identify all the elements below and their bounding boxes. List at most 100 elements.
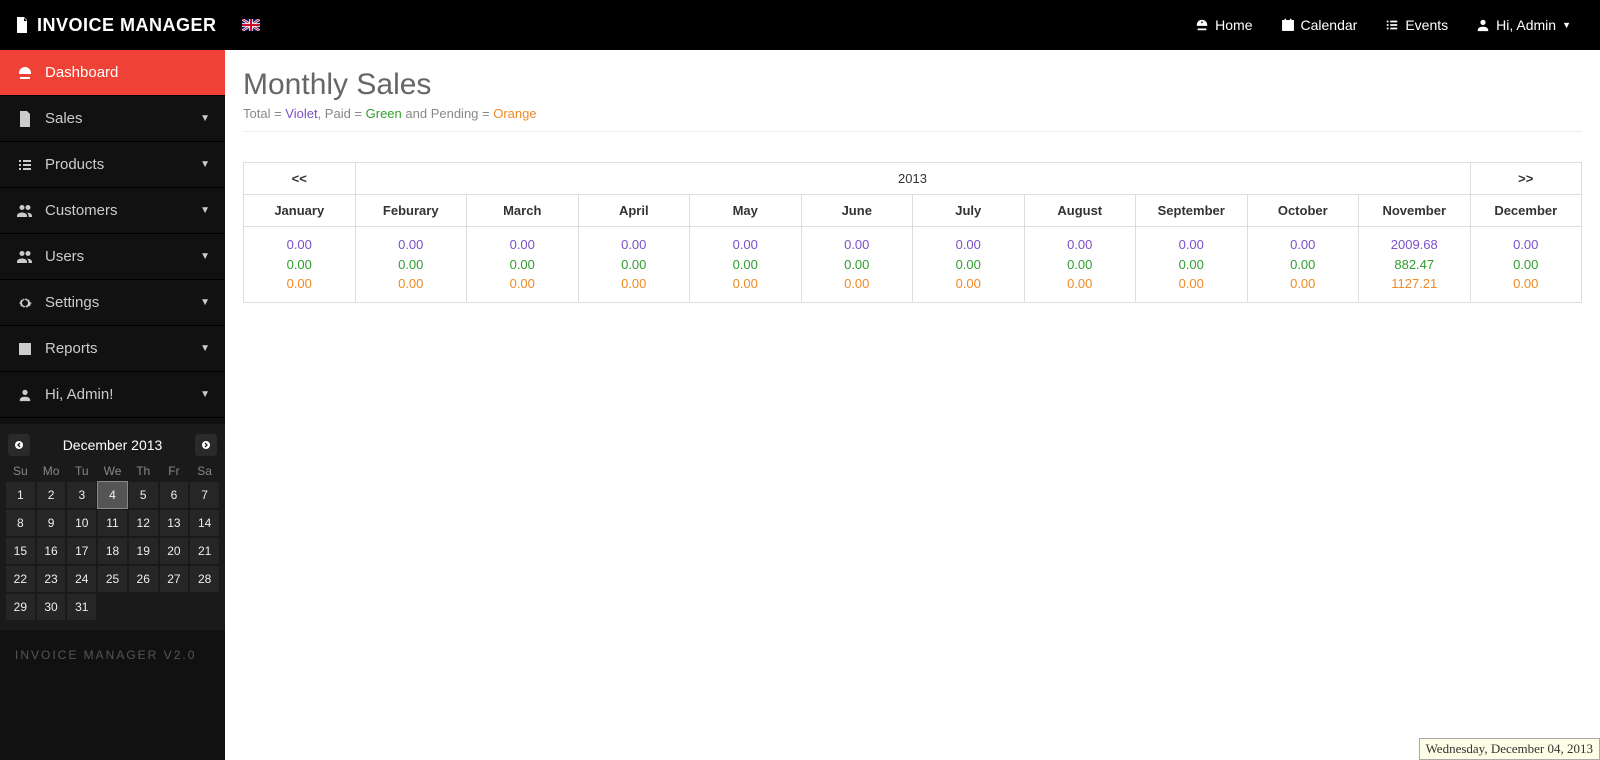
value-pending: 0.00 (1035, 274, 1126, 294)
sidebar-item-customers[interactable]: Customers ▼ (0, 188, 225, 234)
cal-day[interactable]: 27 (160, 566, 189, 592)
month-header: August (1024, 195, 1136, 227)
legend-text: and Pending = (402, 106, 493, 121)
cal-day[interactable]: 10 (67, 510, 96, 536)
cal-day[interactable]: 30 (37, 594, 66, 620)
sidebar-item-settings[interactable]: Settings ▼ (0, 280, 225, 326)
cal-day[interactable]: 5 (129, 482, 158, 508)
cal-next-button[interactable] (195, 434, 217, 456)
cal-day[interactable]: 31 (67, 594, 96, 620)
value-total: 0.00 (1481, 235, 1572, 255)
sidebar-item-products[interactable]: Products ▼ (0, 142, 225, 188)
sidebar-footer: INVOICE MANAGER V2.0 (0, 630, 225, 680)
cal-day[interactable]: 15 (6, 538, 35, 564)
year-cell: 2013 (355, 163, 1470, 195)
cal-title[interactable]: December 2013 (63, 437, 163, 453)
main-content: Monthly Sales Total = Violet, Paid = Gre… (225, 50, 1600, 760)
value-pending: 0.00 (254, 274, 345, 294)
value-total: 0.00 (477, 235, 568, 255)
month-header: March (467, 195, 579, 227)
sidebar-item-label: Dashboard (45, 64, 118, 81)
month-header: April (578, 195, 690, 227)
value-pending: 0.00 (1146, 274, 1237, 294)
cal-day[interactable]: 11 (98, 510, 127, 536)
nav-calendar[interactable]: Calendar (1267, 0, 1372, 50)
cal-day[interactable]: 14 (190, 510, 219, 536)
value-paid: 0.00 (589, 255, 680, 275)
legend-pending: Orange (493, 106, 536, 121)
cal-day[interactable]: 22 (6, 566, 35, 592)
cal-day[interactable]: 21 (190, 538, 219, 564)
brand[interactable]: INVOICE MANAGER (15, 15, 217, 36)
cal-day[interactable]: 12 (129, 510, 158, 536)
value-paid: 0.00 (1146, 255, 1237, 275)
sidebar-item-label: Products (45, 156, 104, 173)
status-date-tooltip: Wednesday, December 04, 2013 (1419, 738, 1600, 760)
cal-day[interactable]: 28 (190, 566, 219, 592)
cal-dow: Th (129, 464, 158, 478)
cal-day[interactable]: 13 (160, 510, 189, 536)
sidebar-item-dashboard[interactable]: Dashboard (0, 50, 225, 96)
cal-day[interactable]: 1 (6, 482, 35, 508)
nav-events[interactable]: Events (1371, 0, 1462, 50)
cal-day[interactable]: 17 (67, 538, 96, 564)
value-pending: 0.00 (812, 274, 903, 294)
caret-down-icon: ▼ (1562, 20, 1571, 30)
sidebar-item-users[interactable]: Users ▼ (0, 234, 225, 280)
month-header: September (1136, 195, 1248, 227)
cal-day[interactable]: 8 (6, 510, 35, 536)
value-total: 0.00 (700, 235, 791, 255)
topnav: Home Calendar Events Hi, Admin ▼ (1181, 0, 1585, 50)
cal-day[interactable]: 26 (129, 566, 158, 592)
cal-prev-button[interactable] (8, 434, 30, 456)
cal-day[interactable]: 2 (37, 482, 66, 508)
cal-day[interactable]: 16 (37, 538, 66, 564)
month-values: 0.000.000.00 (801, 227, 913, 303)
cal-day[interactable]: 23 (37, 566, 66, 592)
cal-day[interactable]: 20 (160, 538, 189, 564)
month-values: 0.000.000.00 (1470, 227, 1582, 303)
cal-day[interactable]: 9 (37, 510, 66, 536)
value-pending: 0.00 (366, 274, 457, 294)
value-paid: 0.00 (477, 255, 568, 275)
value-total: 0.00 (1035, 235, 1126, 255)
month-values: 0.000.000.00 (1024, 227, 1136, 303)
prev-year-button[interactable]: << (244, 163, 356, 195)
sidebar-item-sales[interactable]: Sales ▼ (0, 96, 225, 142)
value-paid: 0.00 (923, 255, 1014, 275)
sidebar-item-label: Reports (45, 340, 98, 357)
sidebar-item-user[interactable]: Hi, Admin! ▼ (0, 372, 225, 418)
cal-day[interactable]: 7 (190, 482, 219, 508)
next-year-button[interactable]: >> (1470, 163, 1582, 195)
cal-day[interactable]: 24 (67, 566, 96, 592)
cal-day[interactable]: 18 (98, 538, 127, 564)
flag-icon[interactable] (242, 19, 260, 31)
brand-text: INVOICE MANAGER (37, 15, 217, 36)
month-header: July (913, 195, 1025, 227)
cal-day[interactable]: 29 (6, 594, 35, 620)
month-header: October (1247, 195, 1359, 227)
value-pending: 0.00 (589, 274, 680, 294)
nav-events-label: Events (1405, 17, 1448, 33)
month-values: 0.000.000.00 (913, 227, 1025, 303)
file-icon (15, 111, 35, 127)
caret-down-icon: ▼ (200, 389, 210, 400)
cal-day[interactable]: 6 (160, 482, 189, 508)
month-header: January (244, 195, 356, 227)
sidebar-item-reports[interactable]: Reports ▼ (0, 326, 225, 372)
cal-day[interactable]: 4 (98, 482, 127, 508)
list-icon (1385, 18, 1399, 32)
nav-user[interactable]: Hi, Admin ▼ (1462, 0, 1585, 50)
value-total: 0.00 (366, 235, 457, 255)
dashboard-icon (1195, 18, 1209, 32)
cal-dow: We (98, 464, 127, 478)
value-total: 0.00 (589, 235, 680, 255)
cal-day[interactable]: 3 (67, 482, 96, 508)
value-total: 0.00 (254, 235, 345, 255)
cal-day[interactable]: 25 (98, 566, 127, 592)
value-paid: 0.00 (1481, 255, 1572, 275)
caret-down-icon: ▼ (200, 343, 210, 354)
cal-day[interactable]: 19 (129, 538, 158, 564)
nav-home[interactable]: Home (1181, 0, 1266, 50)
value-paid: 0.00 (254, 255, 345, 275)
